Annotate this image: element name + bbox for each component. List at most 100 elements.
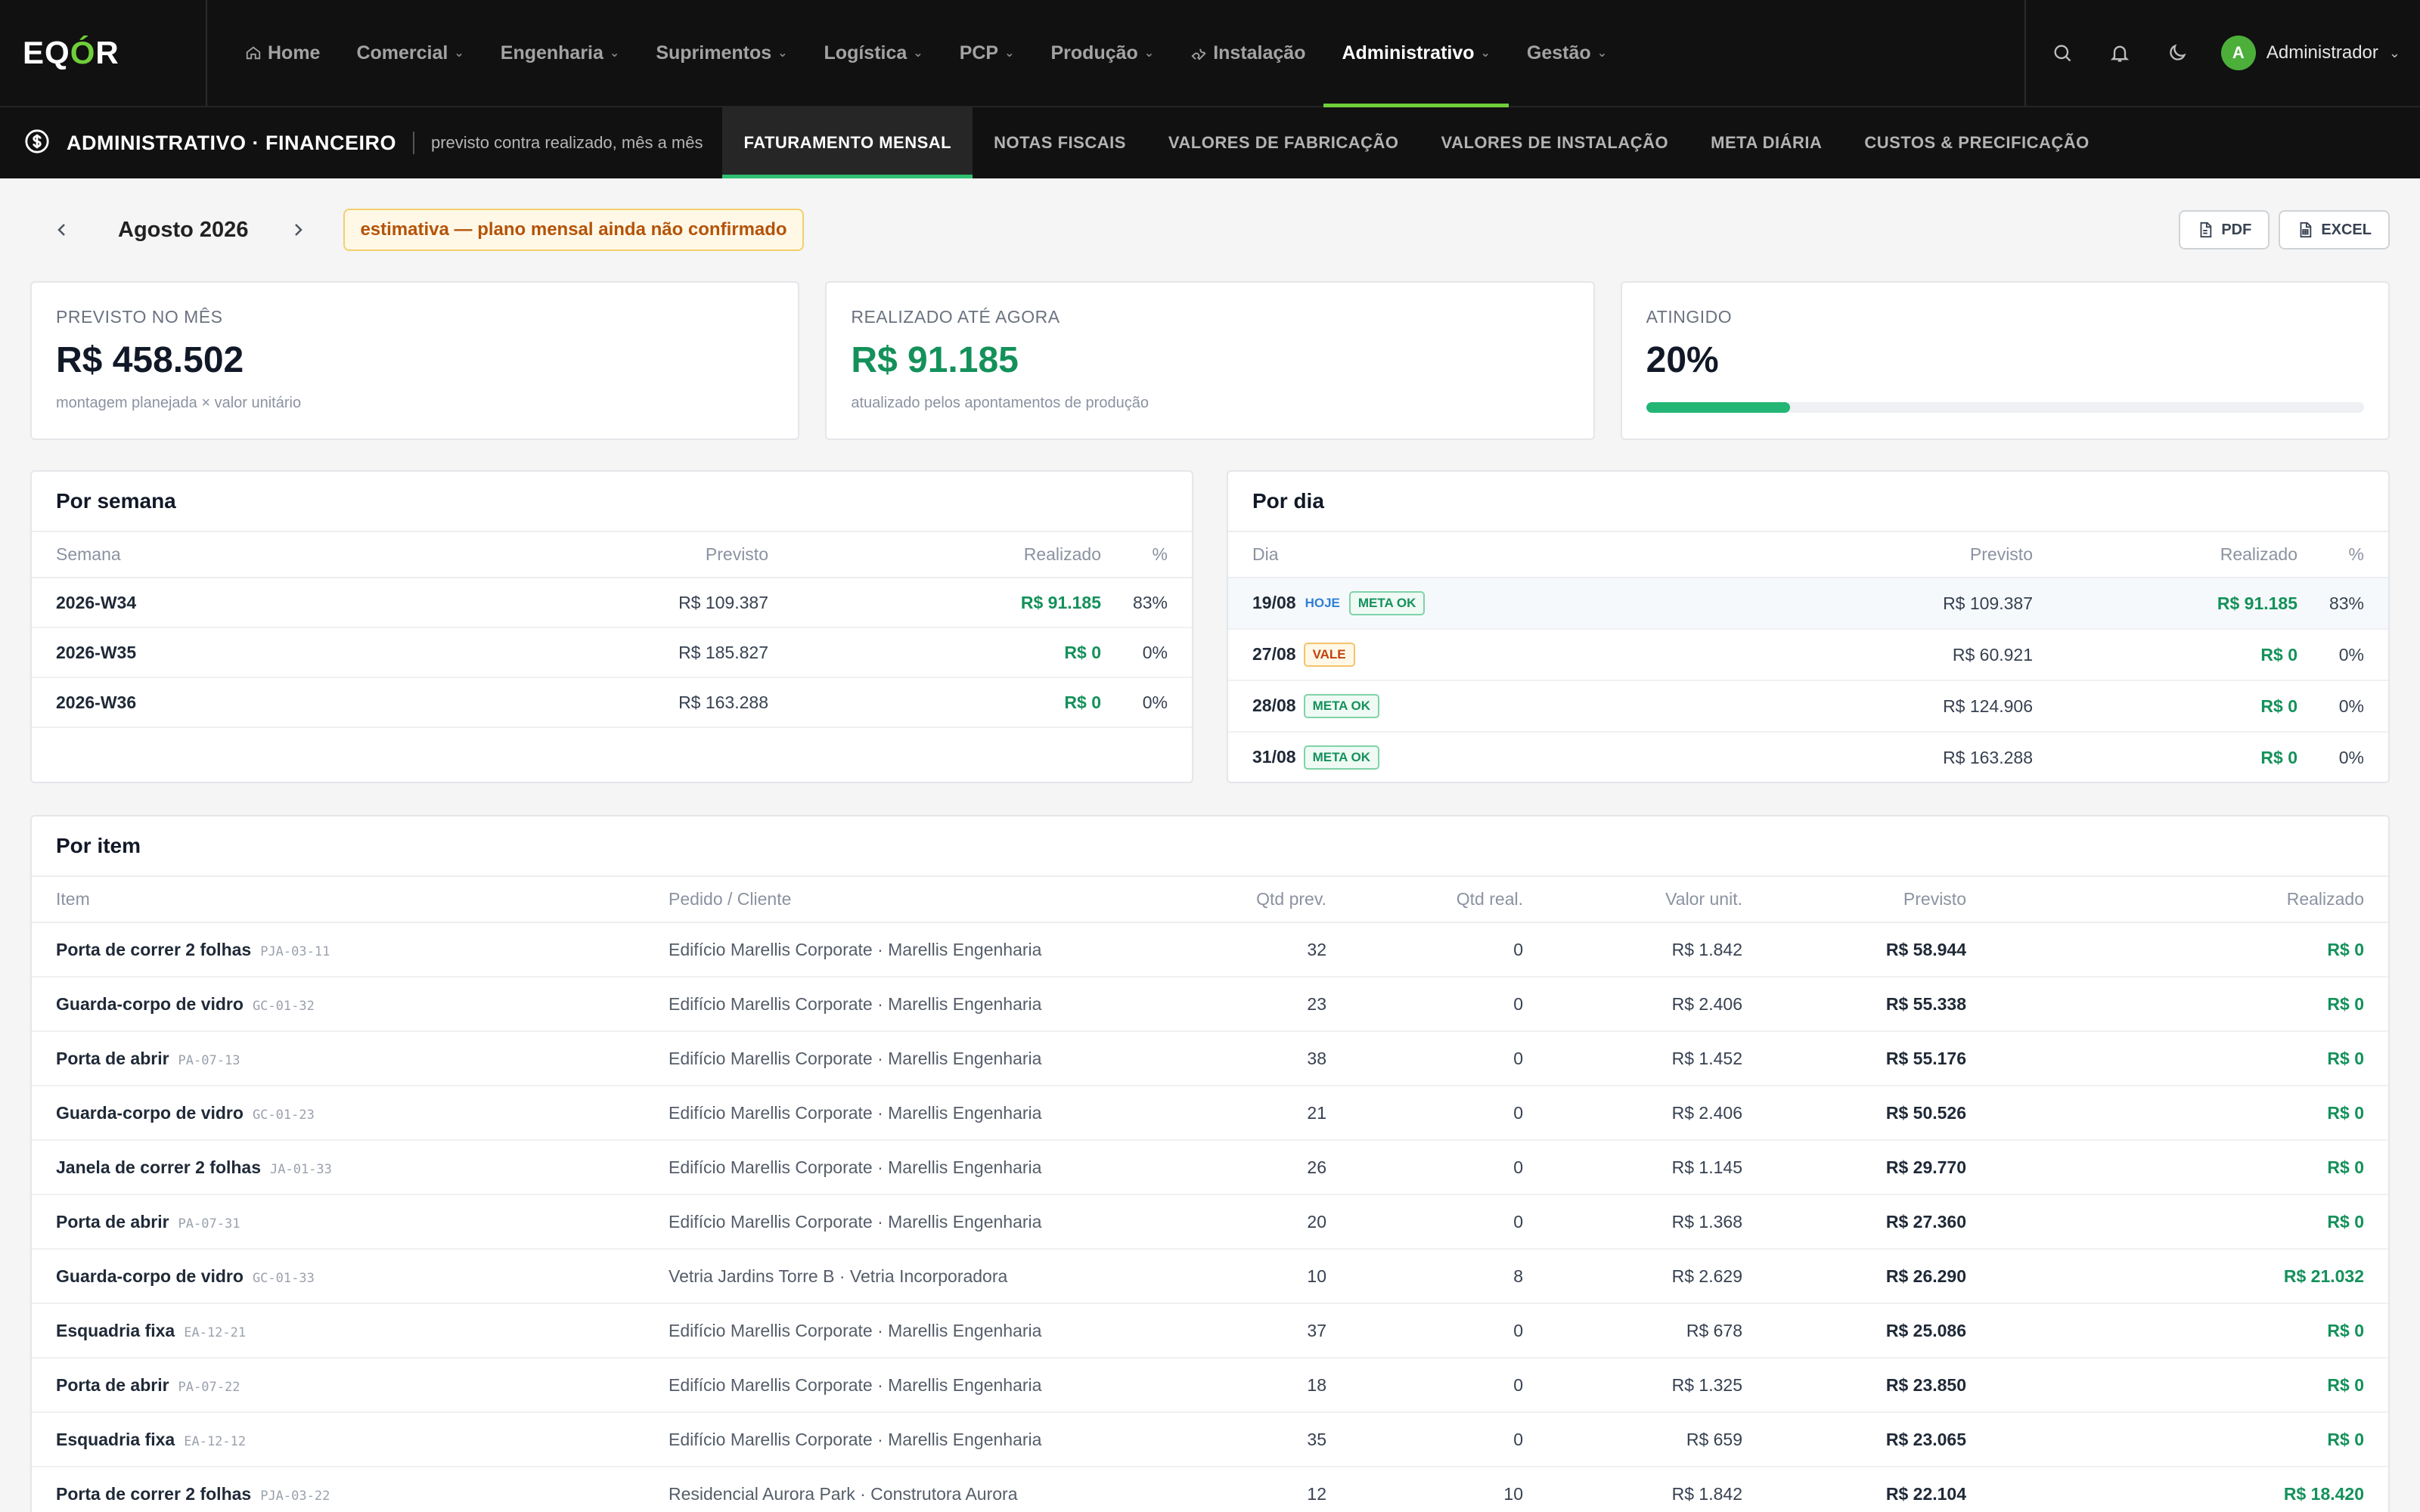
panel-title: Por semana [32, 472, 1192, 532]
item-cell: Esquadria fixa EA-12-21 [32, 1303, 669, 1359]
item-cell: Porta de abrir PA-07-22 [32, 1358, 669, 1413]
week-cell: 2026-W34 [32, 578, 572, 628]
tab-custos-precificacao[interactable]: CUSTOS & PRECIFICAÇÃO [1843, 107, 2110, 178]
day-cell: 19/08 HOJE META OK [1228, 578, 1882, 630]
export-excel-button[interactable]: EXCEL [2279, 210, 2390, 249]
qtd-real-cell: 0 [1326, 1031, 1523, 1086]
table-row[interactable]: 2026-W34 R$ 109.387 R$ 91.185 83% [32, 578, 1192, 628]
table-row[interactable]: Porta de correr 2 folhas PJA-03-11 Edifíci… [32, 922, 2388, 978]
tab-meta-diaria[interactable]: META DIÁRIA [1689, 107, 1843, 178]
table-row[interactable]: Porta de abrir PA-07-13 Edifício Marellis … [32, 1031, 2388, 1086]
table-row[interactable]: 31/08 META OK R$ 163.288 R$ 0 0% [1228, 732, 2388, 782]
table-row[interactable]: Guarda-corpo de vidro GC-01-32 Edifício Ma… [32, 977, 2388, 1032]
table-row[interactable]: 27/08 VALE R$ 60.921 R$ 0 0% [1228, 629, 2388, 681]
qtd-prev-cell: 37 [1130, 1303, 1326, 1359]
nav-item-producao[interactable]: Produção ⌄ [1033, 0, 1173, 106]
item-cell: Guarda-corpo de vidro GC-01-32 [32, 977, 669, 1032]
table-row[interactable]: 2026-W36 R$ 163.288 R$ 0 0% [32, 677, 1192, 728]
percent-cell: 0% [1101, 627, 1192, 678]
kpi-label: ATINGIDO [1646, 307, 1733, 327]
daily-table: Dia Previsto Realizado % 19/08 HOJE META O… [1228, 532, 2388, 782]
qtd-prev-cell: 20 [1130, 1194, 1326, 1250]
qtd-real-cell: 0 [1326, 922, 1523, 978]
chevron-down-icon: ⌄ [1596, 47, 1608, 60]
panel-por-dia: Por dia Dia Previsto Realizado % 19/08 HO… [1227, 470, 2390, 783]
nav-item-pcp[interactable]: PCP ⌄ [942, 0, 1033, 106]
table-row[interactable]: Porta de abrir PA-07-31 Edifício Marellis … [32, 1194, 2388, 1250]
table-row[interactable]: Guarda-corpo de vidro GC-01-33 Vetria Jard… [32, 1249, 2388, 1304]
period-toolbar: Agosto 2026 estimativa — plano mensal ai… [0, 178, 2420, 281]
nav-item-administrativo[interactable]: Administrativo ⌄ [1323, 0, 1509, 107]
client-cell: Edifício Marellis Corporate · Marellis E… [669, 1303, 1130, 1359]
realizado-cell: R$ 0 [1966, 1194, 2388, 1250]
nav-item-comercial[interactable]: Comercial ⌄ [338, 0, 482, 106]
table-header-row: Semana Previsto Realizado % [32, 532, 1192, 578]
valor-unit-cell: R$ 2.406 [1523, 1086, 1742, 1141]
nav-item-engenharia[interactable]: Engenharia ⌄ [482, 0, 638, 106]
realizado-cell: R$ 0 [2033, 629, 2297, 681]
nav-item-suprimentos[interactable]: Suprimentos ⌄ [638, 0, 805, 106]
section-header: ADMINISTRATIVO · FINANCEIRO previsto con… [0, 107, 703, 178]
nav-item-home[interactable]: Home [227, 0, 338, 106]
logo[interactable]: EQ Ó R [0, 0, 207, 106]
client-cell: Edifício Marellis Corporate · Marellis E… [669, 1194, 1130, 1250]
table-row[interactable]: 19/08 HOJE META OK R$ 109.387 R$ 91.185 83% [1228, 578, 2388, 630]
table-row[interactable]: Esquadria fixa EA-12-12 Edifício Marellis … [32, 1412, 2388, 1467]
item-code: PA-07-31 [178, 1216, 240, 1232]
item-code: GC-01-33 [252, 1270, 315, 1286]
valor-unit-cell: R$ 2.629 [1523, 1249, 1742, 1304]
item-cell: Porta de abrir PA-07-13 [32, 1031, 669, 1086]
item-name: Guarda-corpo de vidro [56, 1266, 244, 1286]
tab-valores-instalacao[interactable]: VALORES DE INSTALAÇÃO [1420, 107, 1690, 178]
nav-item-label: Gestão [1526, 42, 1591, 64]
item-cell: Porta de abrir PA-07-31 [32, 1194, 669, 1250]
nav-item-instalacao[interactable]: Instalação [1172, 0, 1323, 106]
qtd-real-cell: 0 [1326, 1140, 1523, 1195]
item-code: PJA-03-11 [260, 943, 330, 959]
table-row[interactable]: Esquadria fixa EA-12-21 Edifício Marellis … [32, 1303, 2388, 1359]
moon-icon[interactable] [2164, 39, 2191, 67]
item-code: PA-07-13 [178, 1052, 240, 1068]
item-code: JA-01-33 [270, 1161, 332, 1177]
column-header: Item [32, 877, 669, 923]
table-row[interactable]: 28/08 META OK R$ 124.906 R$ 0 0% [1228, 680, 2388, 733]
next-month-button[interactable] [281, 213, 315, 246]
panel-por-semana: Por semana Semana Previsto Realizado % 2… [30, 470, 1193, 783]
previsto-cell: R$ 60.921 [1882, 629, 2033, 681]
table-row[interactable]: Porta de abrir PA-07-22 Edifício Marellis … [32, 1358, 2388, 1413]
table-row[interactable]: Janela de correr 2 folhas JA-01-33 Edifíci… [32, 1140, 2388, 1195]
nav-item-label: Instalação [1213, 42, 1306, 64]
column-header: % [1101, 532, 1192, 578]
user-menu[interactable]: A Administrador ⌄ [2220, 36, 2400, 70]
chevron-down-icon: ⌄ [1004, 47, 1015, 60]
logo-text-suffix: R [95, 35, 119, 70]
search-icon[interactable] [2049, 39, 2076, 67]
tab-valores-fabricacao[interactable]: VALORES DE FABRICAÇÃO [1147, 107, 1420, 178]
tab-notas-fiscais[interactable]: NOTAS FISCAIS [973, 107, 1147, 178]
qtd-real-cell: 0 [1326, 1412, 1523, 1467]
nav-item-gestao[interactable]: Gestão ⌄ [1509, 0, 1625, 106]
table-row[interactable]: Porta de correr 2 folhas PJA-03-22 Residen… [32, 1467, 2388, 1512]
chevron-down-icon: ⌄ [1143, 47, 1155, 60]
nav-item-logistica[interactable]: Logística ⌄ [806, 0, 942, 106]
item-name: Porta de correr 2 folhas [56, 939, 252, 959]
nav-item-label: Suprimentos [656, 42, 772, 64]
previsto-cell: R$ 58.944 [1742, 922, 1966, 978]
home-icon [245, 45, 262, 61]
chevron-left-icon [57, 224, 65, 236]
bell-icon[interactable] [2106, 39, 2133, 67]
kpi-note: atualizado pelos apontamentos de produçã… [851, 395, 1149, 411]
day-label: 27/08 [1252, 644, 1296, 664]
previous-month-button[interactable] [45, 213, 79, 246]
table-row[interactable]: 2026-W35 R$ 185.827 R$ 0 0% [32, 627, 1192, 678]
tab-faturamento-mensal[interactable]: FATURAMENTO MENSAL [722, 107, 973, 178]
status-badge: META OK [1303, 694, 1380, 718]
realizado-cell: R$ 0 [1966, 1031, 2388, 1086]
previsto-cell: R$ 22.104 [1742, 1467, 1966, 1512]
kpi-value: 20% [1646, 340, 1719, 380]
chevron-down-icon: ⌄ [913, 47, 923, 60]
nav-item-label: Administrativo [1342, 42, 1475, 64]
export-pdf-button[interactable]: PDF [2179, 210, 2270, 249]
table-row[interactable]: Guarda-corpo de vidro GC-01-23 Edifício Ma… [32, 1086, 2388, 1141]
item-name: Janela de correr 2 folhas [56, 1157, 262, 1177]
